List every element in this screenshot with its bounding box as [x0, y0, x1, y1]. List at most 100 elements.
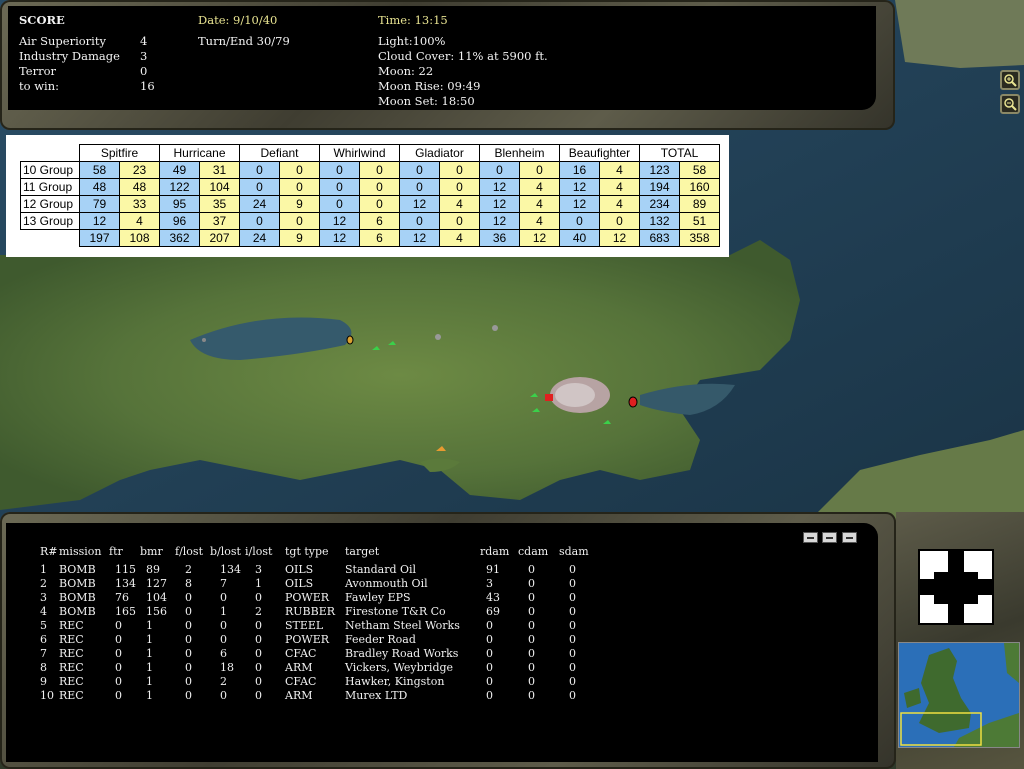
mission-cell: Standard Oil [345, 563, 417, 576]
ready-count-cell: 160 [679, 178, 720, 196]
restore-button[interactable] [822, 532, 837, 543]
mission-cell: REC [59, 633, 84, 646]
mission-cell: 0 [528, 563, 535, 576]
mission-cell: Hawker, Kingston [345, 675, 445, 688]
overview-minimap[interactable] [898, 642, 1020, 748]
maximize-icon [846, 537, 853, 539]
mission-cell: REC [59, 675, 84, 688]
available-count-cell: 194 [639, 178, 680, 196]
maximize-button[interactable] [842, 532, 857, 543]
mission-cell: RUBBER [285, 605, 336, 618]
mission-column-header: target [345, 545, 380, 558]
available-count-cell: 0 [399, 178, 440, 196]
london-cluster [550, 377, 610, 413]
ready-count-cell: 4 [519, 195, 560, 213]
mission-cell: 0 [115, 633, 122, 646]
mission-cell: 1 [146, 647, 153, 660]
available-count-cell: 123 [639, 161, 680, 179]
mission-cell: Bradley Road Works [345, 647, 459, 660]
mission-cell: 0 [569, 661, 576, 674]
available-count-cell: 132 [639, 212, 680, 230]
available-count-cell: 48 [79, 178, 120, 196]
mission-cell: 8 [40, 661, 47, 674]
restore-icon [826, 537, 833, 539]
mission-cell: 9 [40, 675, 47, 688]
mission-cell: 3 [486, 577, 493, 590]
mission-cell: Vickers, Weybridge [345, 661, 454, 674]
mission-cell: 6 [40, 633, 47, 646]
mission-cell: Netham Steel Works [345, 619, 460, 632]
zoom-out-button[interactable] [1000, 94, 1020, 114]
mission-cell: 2 [185, 563, 192, 576]
mission-cell: STEEL [285, 619, 324, 632]
available-count-cell: 0 [559, 212, 600, 230]
available-count-cell: 234 [639, 195, 680, 213]
ready-count-cell: 207 [199, 229, 240, 247]
mission-cell: 0 [185, 633, 192, 646]
ready-count-cell: 4 [599, 178, 640, 196]
mission-column-header: i/lost [245, 545, 273, 558]
available-count-cell: 12 [479, 195, 520, 213]
zoom-in-button[interactable] [1000, 70, 1020, 90]
ready-count-cell: 51 [679, 212, 720, 230]
mission-cell: 0 [486, 689, 493, 702]
score-value: 16 [140, 79, 155, 93]
group-label: 13 Group [20, 212, 80, 230]
available-count-cell: 12 [479, 212, 520, 230]
aircraft-type-header: TOTAL [639, 144, 720, 162]
mission-cell: 6 [220, 647, 227, 660]
available-count-cell: 122 [159, 178, 200, 196]
mission-cell: 0 [115, 675, 122, 688]
mission-cell: 0 [185, 675, 192, 688]
mission-cell: 127 [146, 577, 167, 590]
mission-cell: 0 [220, 619, 227, 632]
zoom-in-icon [1004, 74, 1017, 87]
table-header-row: Spitfire Hurricane Defiant Whirlwind Gla… [21, 144, 720, 162]
corner-cell [21, 145, 80, 162]
mission-cell: CFAC [285, 647, 317, 660]
group-label: 12 Group [20, 195, 80, 213]
available-count-cell: 12 [79, 212, 120, 230]
available-count-cell: 36 [479, 229, 520, 247]
mission-cell: BOMB [59, 577, 96, 590]
moon-set-label: Moon Set: 18:50 [378, 94, 475, 108]
aircraft-type-header: Spitfire [79, 144, 160, 162]
mission-column-header: rdam [480, 545, 510, 558]
mission-cell: 2 [220, 675, 227, 688]
ready-count-cell: 0 [359, 195, 400, 213]
available-count-cell: 0 [239, 161, 280, 179]
mission-cell: POWER [285, 633, 330, 646]
mission-cell: 2 [40, 577, 47, 590]
mission-cell: 0 [255, 633, 262, 646]
mission-cell: 3 [255, 563, 262, 576]
ready-count-cell: 0 [599, 212, 640, 230]
score-label: Air Superiority [19, 34, 106, 48]
available-count-cell: 12 [559, 178, 600, 196]
mission-cell: 0 [486, 633, 493, 646]
mission-cell: 7 [40, 647, 47, 660]
mission-cell: 0 [569, 619, 576, 632]
ready-count-cell: 104 [199, 178, 240, 196]
ready-count-cell: 4 [519, 178, 560, 196]
mission-cell: 0 [569, 675, 576, 688]
available-count-cell: 197 [79, 229, 120, 247]
ready-count-cell: 58 [679, 161, 720, 179]
group-label: 10 Group [20, 161, 80, 179]
minimize-button[interactable] [803, 532, 818, 543]
minimap-graphic [899, 643, 1019, 747]
mission-cell: Firestone T&R Co [345, 605, 446, 618]
mission-panel [6, 523, 878, 762]
group-label: 11 Group [20, 178, 80, 196]
aircraft-type-header: Defiant [239, 144, 320, 162]
mission-cell: 0 [528, 675, 535, 688]
mission-cell: 0 [569, 605, 576, 618]
mission-cell: 1 [146, 675, 153, 688]
mission-cell: 165 [115, 605, 136, 618]
ready-count-cell: 0 [439, 212, 480, 230]
mission-cell: 0 [528, 619, 535, 632]
mission-cell: 0 [569, 633, 576, 646]
mission-cell: 0 [185, 689, 192, 702]
moon-rise-label: Moon Rise: 09:49 [378, 79, 481, 93]
available-count-cell: 362 [159, 229, 200, 247]
mission-cell: CFAC [285, 675, 317, 688]
